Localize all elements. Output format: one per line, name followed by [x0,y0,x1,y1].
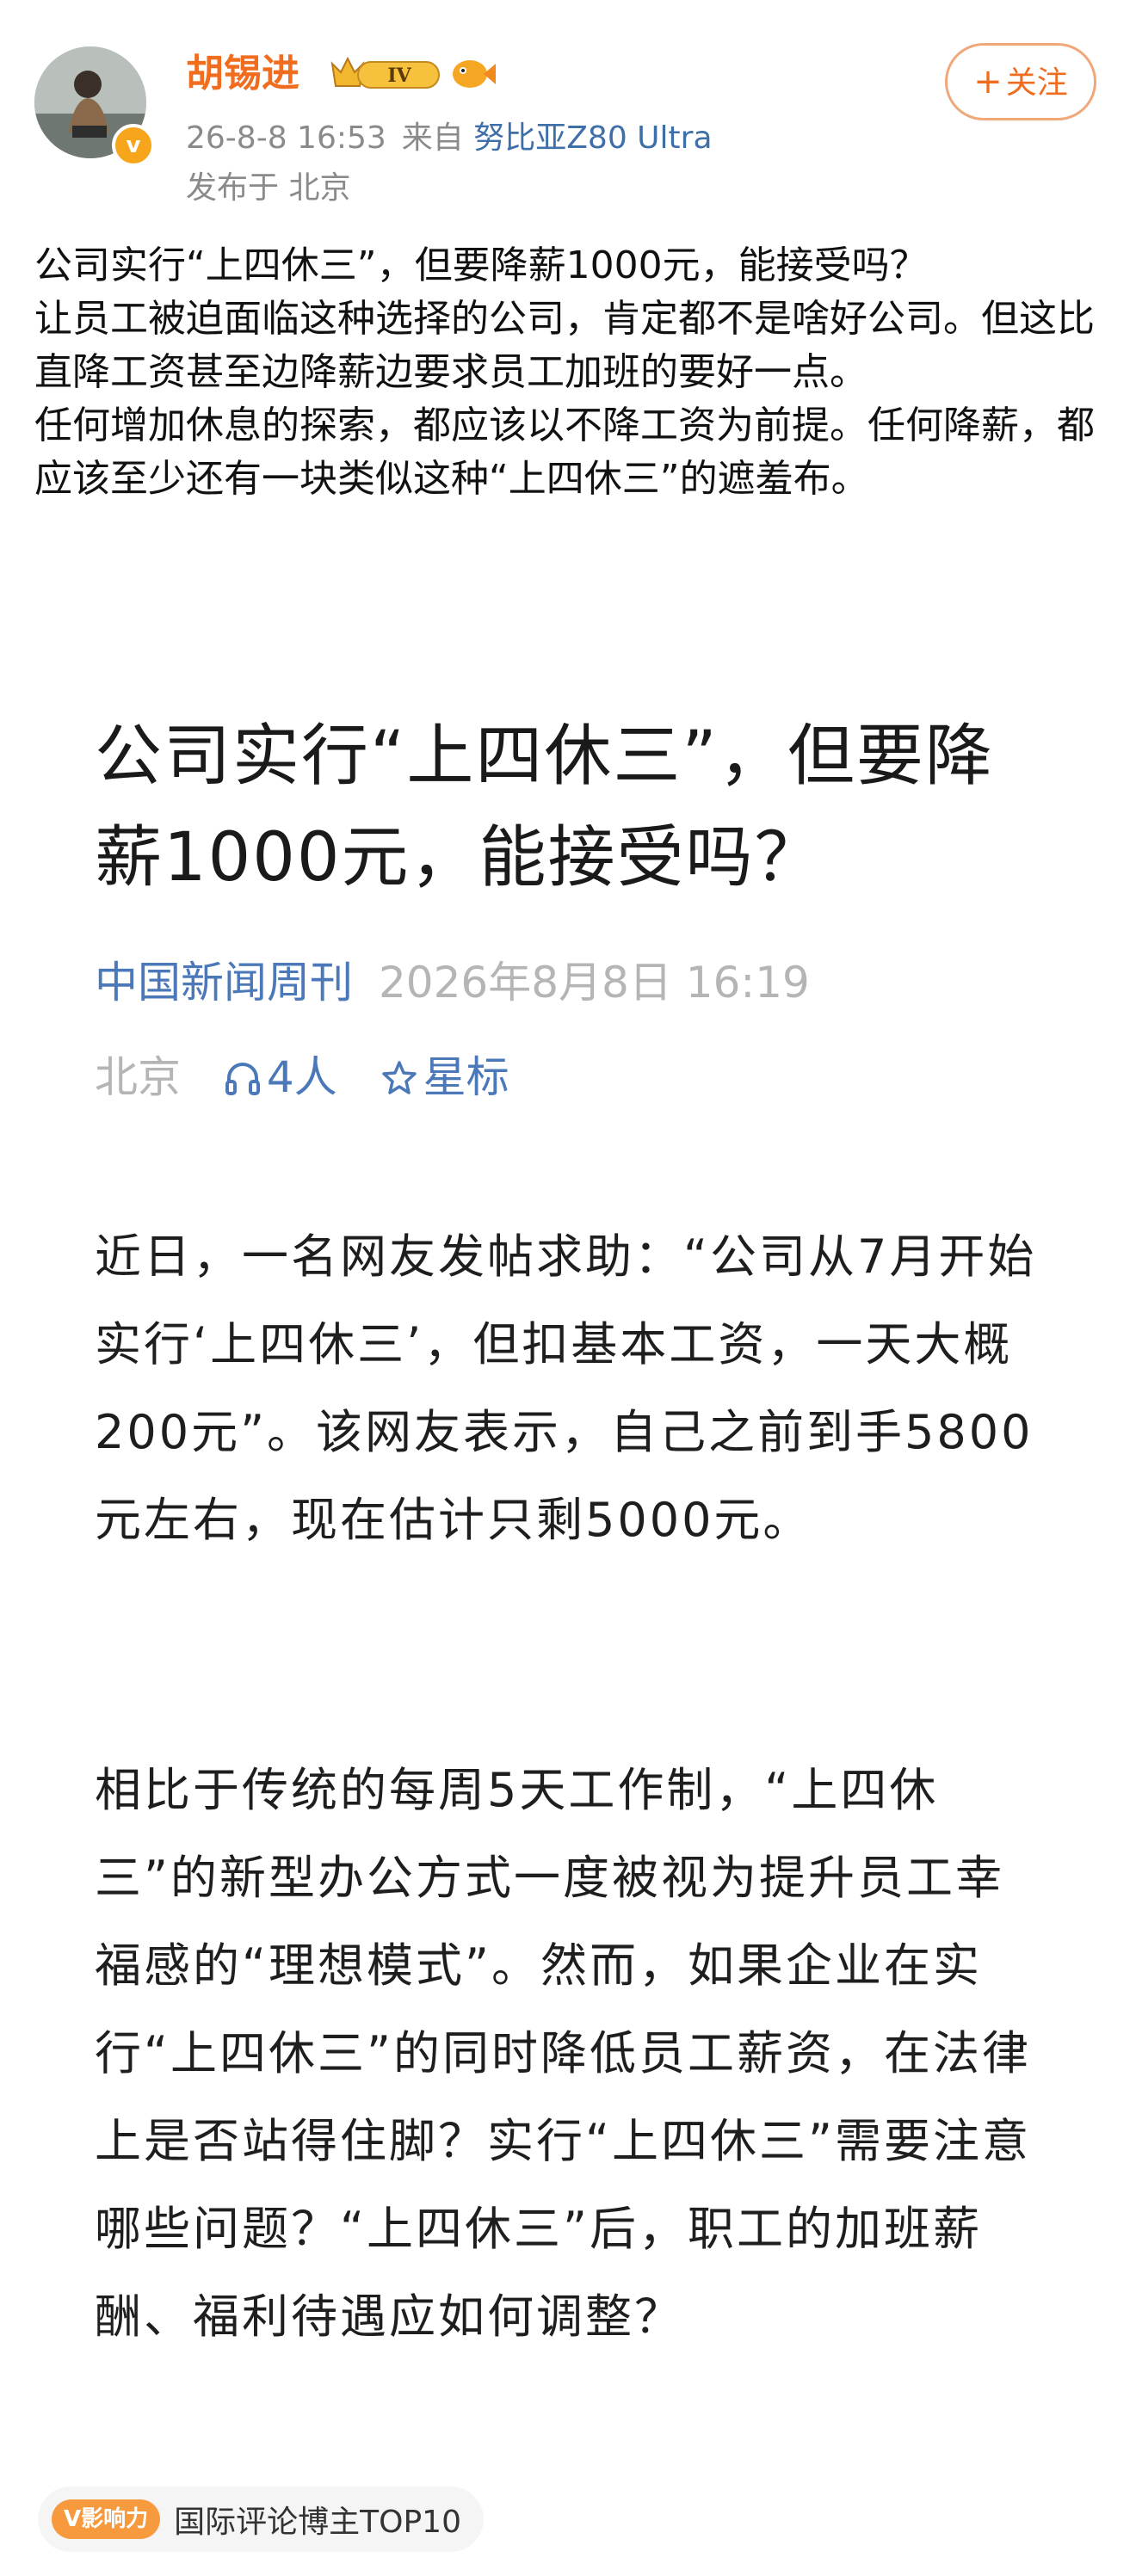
post-paragraph: 任何增加休息的探索，都应该以不降工资为前提。任何降薪，都应该至少还有一块类似这种… [34,404,1095,501]
article-location: 北京 [95,1052,181,1102]
author-name[interactable]: 胡锡进 [186,50,299,98]
article-meta-secondary: 北京 4人 星标 [95,1050,509,1105]
influence-logo-icon: V影响力 [52,2499,161,2539]
fish-emoji-icon [453,60,496,88]
plus-icon: + [973,62,1003,102]
post-paragraph: 公司实行“上四休三”，但要降薪1000元，能接受吗？ [34,243,928,287]
post-location: 发布于 北京 [186,170,351,206]
article-paragraph: 近日，一名网友发帖求助：“公司从7月开始实行‘上四休三’，但扣基本工资，一天大概… [95,1229,1037,1547]
article-paragraph: 相比于传统的每周5天工作制，“上四休三”的新型办公方式一度被视为提升员工幸福感的… [95,1763,1031,2344]
article-source: 中国新闻周刊 [95,958,353,1008]
vip-crown-badge-icon: IV [330,56,440,89]
article-image[interactable]: 公司实行“上四休三”，但要降薪1000元，能接受吗？ 中国新闻周刊 2026年8月… [0,680,1136,2435]
vip-level-text: IV [387,65,411,87]
star-label: 星标 [423,1052,509,1102]
listeners-label: 4人 [266,1052,337,1102]
influence-label: 国际评论博主TOP10 [174,2505,461,2540]
source-prefix: 来自 [401,120,464,156]
article-meta: 中国新闻周刊 2026年8月8日 16:19 [95,955,810,1010]
star-icon [381,1061,417,1094]
verified-badge-icon: v [112,124,155,167]
influence-tag[interactable]: V影响力 国际评论博主TOP10 [38,2487,484,2552]
headphones-icon [225,1063,260,1095]
star-mark: 星标 [380,1052,509,1102]
post-paragraph: 让员工被迫面临这种选择的公司，肯定都不是啥好公司。但这比直降工资甚至边降薪边要求… [34,297,1095,394]
post-meta: 26-8-8 16:53 来自 努比亚Z80 Ultra [186,117,713,160]
article-title: 公司实行“上四休三”，但要降薪1000元，能接受吗？ [95,718,994,897]
device-link[interactable]: 努比亚Z80 Ultra [473,120,712,156]
follow-label: 关注 [1005,65,1068,101]
listeners-count: 4人 [224,1052,351,1102]
article-date: 2026年8月8日 16:19 [379,958,810,1008]
post-timestamp: 26-8-8 16:53 [186,120,386,156]
post-content: 公司实行“上四休三”，但要降薪1000元，能接受吗？ 让员工被迫面临这种选择的公… [34,239,1102,506]
follow-button[interactable]: + 关注 [945,43,1096,120]
